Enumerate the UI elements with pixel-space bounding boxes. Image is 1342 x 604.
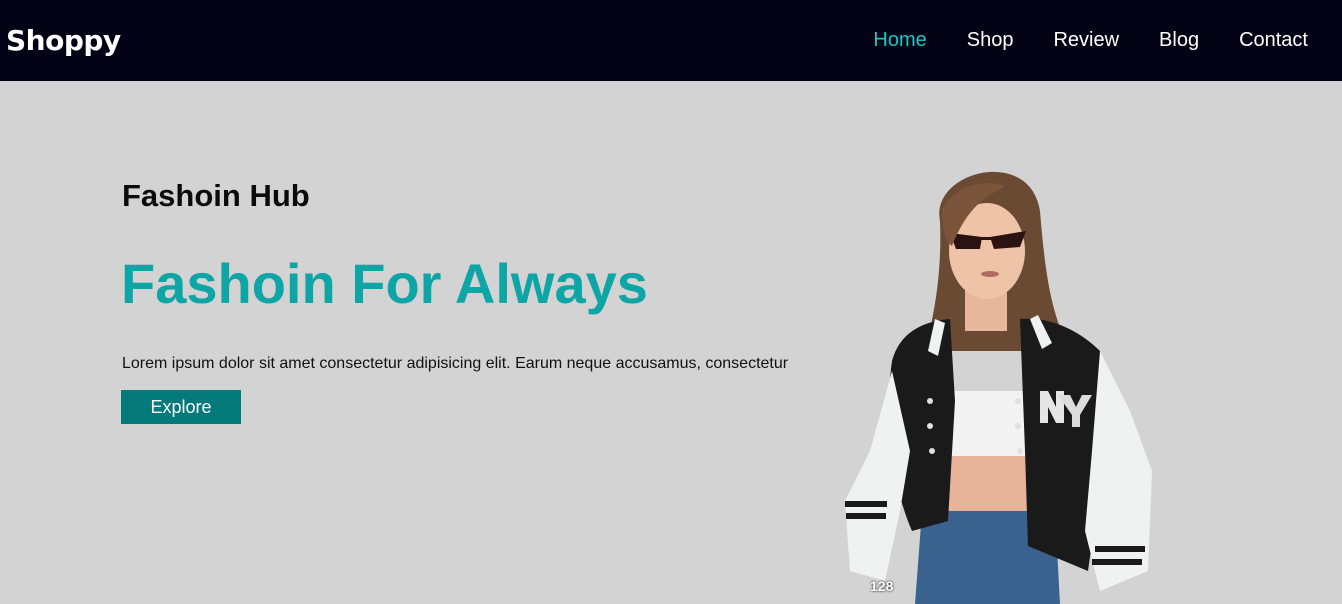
nav-links: Home Shop Review Blog Contact bbox=[833, 29, 1308, 52]
nav-link-home[interactable]: Home bbox=[873, 29, 926, 52]
nav-link-review[interactable]: Review bbox=[1053, 29, 1119, 52]
nav-link-contact[interactable]: Contact bbox=[1239, 29, 1308, 52]
brand-logo[interactable]: Shoppy bbox=[6, 24, 121, 57]
hero-section: Fashoin Hub Fashoin For Always Lorem ips… bbox=[0, 81, 1342, 604]
explore-button[interactable]: Explore bbox=[121, 390, 241, 424]
nav-link-shop[interactable]: Shop bbox=[967, 29, 1014, 52]
hero-subtitle: Fashoin Hub bbox=[122, 178, 310, 213]
nav-link-blog[interactable]: Blog bbox=[1159, 29, 1199, 52]
model-image bbox=[845, 171, 1152, 604]
navbar: Shoppy Home Shop Review Blog Contact bbox=[0, 0, 1342, 81]
hero-headline: Fashoin For Always bbox=[121, 252, 648, 315]
image-counter-label: 128 bbox=[870, 578, 894, 594]
hero-description: Lorem ipsum dolor sit amet consectetur a… bbox=[122, 355, 789, 372]
